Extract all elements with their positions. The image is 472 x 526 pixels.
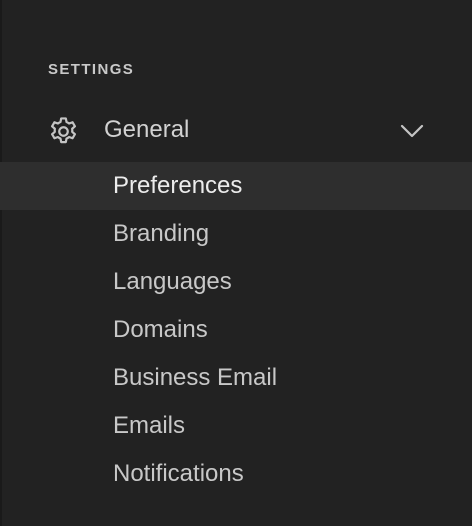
settings-section-title: SETTINGS <box>48 61 135 78</box>
sidebar-item-languages[interactable]: Languages <box>0 258 472 306</box>
sidebar-item-label: Domains <box>113 316 208 343</box>
general-group-toggle[interactable]: General <box>0 106 472 156</box>
sidebar-item-notifications[interactable]: Notifications <box>0 450 472 498</box>
sidebar-item-preferences[interactable]: Preferences <box>0 162 472 210</box>
sidebar-item-label: Branding <box>113 220 210 247</box>
general-group-label: General <box>104 116 190 143</box>
sidebar-item-branding[interactable]: Branding <box>0 210 472 258</box>
sidebar-item-label: Notifications <box>113 460 244 487</box>
sidebar-item-label: Business Email <box>113 364 278 391</box>
sidebar-item-label: Emails <box>113 412 186 439</box>
sidebar-item-emails[interactable]: Emails <box>0 402 472 450</box>
sidebar-item-business-email[interactable]: Business Email <box>0 354 472 402</box>
sidebar-item-domains[interactable]: Domains <box>0 306 472 354</box>
gear-icon <box>50 117 77 144</box>
chevron-down-icon <box>400 124 424 138</box>
sidebar-item-label: Preferences <box>113 172 243 199</box>
sidebar-item-label: Languages <box>113 268 232 295</box>
